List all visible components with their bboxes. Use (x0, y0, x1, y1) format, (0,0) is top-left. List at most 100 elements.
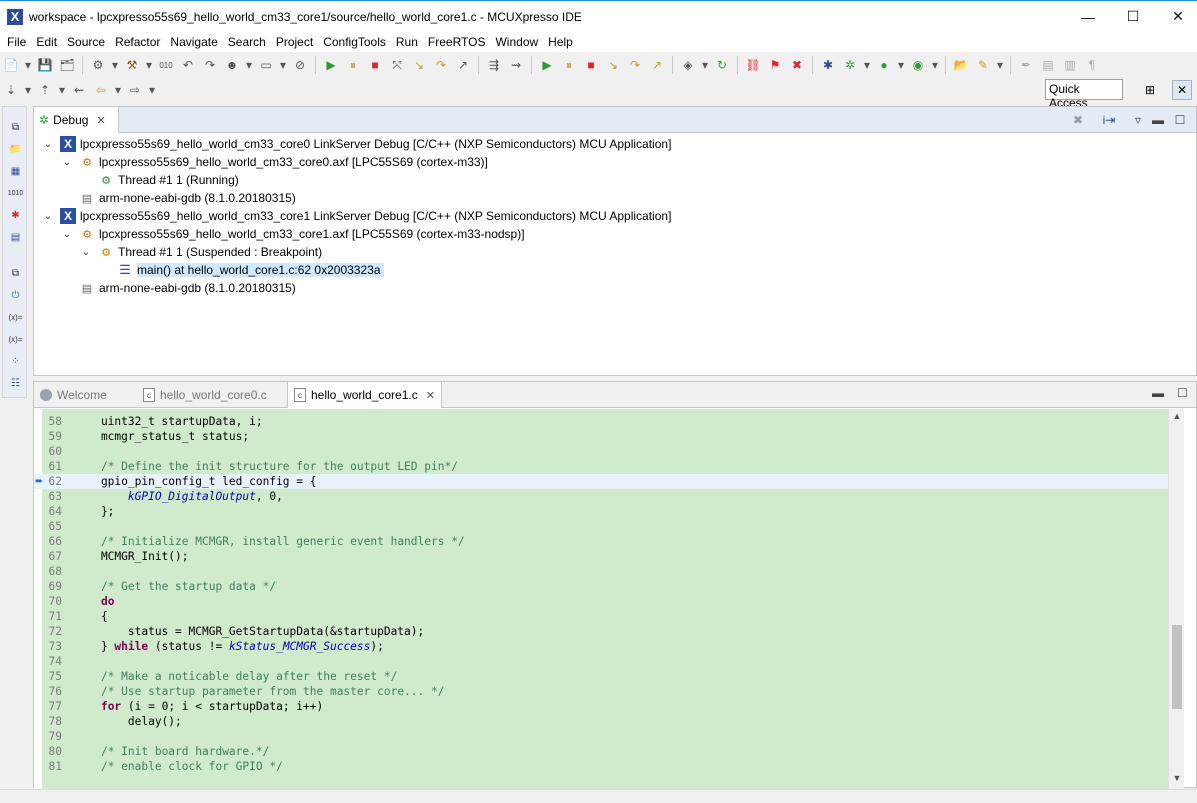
terminate-icon[interactable]: ■ (366, 56, 384, 74)
outline-icon[interactable]: ☷ (7, 375, 24, 392)
open-perspective-icon[interactable]: ⊞ (1140, 80, 1160, 100)
undo-icon[interactable]: ↶ (179, 56, 197, 74)
restart-icon[interactable]: ↻ (713, 56, 731, 74)
code-line[interactable]: 77 for (i = 0; i < startupData; i++) (34, 699, 1168, 714)
code-line[interactable]: 61 /* Define the init structure for the … (34, 459, 1168, 474)
minimize-button[interactable]: — (1065, 1, 1111, 32)
debug-tree-row[interactable]: ⌄ Xlpcxpresso55s69_hello_world_cm33_core0… (42, 135, 671, 153)
code-line[interactable]: 74 (34, 654, 1168, 669)
dropdown-arrow-icon[interactable]: ▾ (111, 56, 119, 74)
resume-all-icon[interactable]: ▶ (538, 56, 556, 74)
step-over-all-icon[interactable]: ↷ (626, 56, 644, 74)
person-icon[interactable]: ☻ (223, 56, 241, 74)
dropdown-arrow-icon[interactable]: ▾ (996, 56, 1004, 74)
expressions-icon[interactable]: (x)= (7, 331, 24, 348)
minimize-view-icon[interactable]: ▬ (1149, 111, 1167, 129)
debug-icon[interactable]: ✲ (841, 56, 859, 74)
menu-project[interactable]: Project (271, 35, 318, 49)
dropdown-arrow-icon[interactable]: ▾ (931, 56, 939, 74)
maximize-editor-icon[interactable]: ☐ (1177, 386, 1188, 400)
scroll-up-icon[interactable]: ▲ (1169, 411, 1185, 425)
binary-icon[interactable]: 010 (157, 56, 175, 74)
expand-chevron-icon[interactable]: ⌄ (80, 247, 92, 258)
breakpoints-icon[interactable]: ⁘ (7, 353, 24, 370)
red-flag-icon[interactable]: ⚑ (766, 56, 784, 74)
expand-chevron-icon[interactable]: ⌄ (42, 211, 54, 222)
build-hammer-icon[interactable]: ⚒ (123, 56, 141, 74)
scroll-thumb[interactable] (1172, 625, 1182, 709)
code-line[interactable]: 75 /* Make a noticable delay after the r… (34, 669, 1168, 684)
tab-welcome[interactable]: Welcome (34, 382, 134, 408)
suspend-icon[interactable]: ⏸ (344, 56, 362, 74)
minimize-editor-icon[interactable]: ▬ (1152, 386, 1164, 400)
expand-chevron-icon[interactable]: ⌄ (61, 157, 73, 168)
code-line[interactable]: ➨ 62 gpio_pin_config_t led_config = { (34, 474, 1168, 489)
variables-icon[interactable]: (x)= (7, 309, 24, 326)
menu-edit[interactable]: Edit (31, 35, 62, 49)
code-line[interactable]: 60 (34, 444, 1168, 459)
doc-icon[interactable]: ▤ (1039, 56, 1057, 74)
debug-tree-row[interactable]: ▤ arm-none-eabi-gdb (8.1.0.20180315) (61, 279, 296, 297)
code-line[interactable]: 67 MCMGR_Init(); (34, 549, 1168, 564)
link-icon[interactable]: ⛓ (744, 56, 762, 74)
code-line[interactable]: 72 status = MCMGR_GetStartupData(&startu… (34, 624, 1168, 639)
dropdown-arrow-icon[interactable]: ▾ (148, 81, 156, 99)
remove-all-terminated-icon[interactable]: ✖ (1069, 111, 1087, 129)
editor-vertical-scrollbar[interactable]: ▲ ▼ (1168, 409, 1184, 789)
dropdown-arrow-icon[interactable]: ▾ (114, 81, 122, 99)
probe-icon[interactable]: ◈ (679, 56, 697, 74)
peripherals-icon[interactable]: ▦ (7, 163, 24, 180)
step-return-all-icon[interactable]: ↗ (648, 56, 666, 74)
save-icon[interactable]: 💾 (36, 56, 54, 74)
registers-icon[interactable]: 1010 (7, 185, 24, 202)
code-line[interactable]: 70 do (34, 594, 1168, 609)
debug-tree-row[interactable]: ⌄ ⚙ lpcxpresso55s69_hello_world_cm33_core0… (61, 153, 488, 171)
step-into-all-icon[interactable]: ↘ (604, 56, 622, 74)
quick-access-field[interactable]: Quick Access (1045, 79, 1123, 110)
restore-icon[interactable]: ⧉ (7, 119, 24, 136)
debug-tree-row[interactable]: ☰ main() at hello_world_core1.c:62 0x2003… (99, 261, 384, 279)
tab-debug[interactable]: ✲ Debug ✕ (34, 107, 119, 133)
dropdown-arrow-icon[interactable]: ▾ (701, 56, 709, 74)
code-line[interactable]: 80 /* Init board hardware.*/ (34, 744, 1168, 759)
instruction-step-mode-icon[interactable]: i⇥ (1098, 111, 1120, 129)
redo-icon[interactable]: ↷ (201, 56, 219, 74)
close-icon[interactable]: ✕ (96, 114, 105, 127)
restore-icon[interactable]: ⧉ (7, 265, 24, 282)
expand-chevron-icon[interactable]: ⌄ (61, 229, 73, 240)
back-arrow-icon[interactable]: ⇦ (92, 81, 110, 99)
menu-refactor[interactable]: Refactor (110, 35, 165, 49)
maximize-button[interactable]: ☐ (1110, 1, 1156, 32)
code-line[interactable]: 81 /* enable clock for GPIO */ (34, 759, 1168, 774)
project-explorer-icon[interactable]: 📁 (7, 141, 24, 158)
dropdown-arrow-icon[interactable]: ▾ (58, 81, 66, 99)
dropdown-arrow-icon[interactable]: ▾ (897, 56, 905, 74)
menu-search[interactable]: Search (223, 35, 271, 49)
instruction-stepping-icon[interactable]: ⇶ (485, 56, 503, 74)
terminate-all-icon[interactable]: ■ (582, 56, 600, 74)
code-line[interactable]: 59 mcmgr_status_t status; (34, 429, 1168, 444)
forward-arrow-icon[interactable]: ⇨ (126, 81, 144, 99)
menu-run[interactable]: Run (391, 35, 423, 49)
next-annotation-icon[interactable]: ⇣ (2, 81, 20, 99)
code-line[interactable]: 68 (34, 564, 1168, 579)
resume-icon[interactable]: ▶ (322, 56, 340, 74)
step-return-icon[interactable]: ↗ (454, 56, 472, 74)
run-icon[interactable]: ● (875, 56, 893, 74)
dropdown-arrow-icon[interactable]: ▾ (245, 56, 253, 74)
code-line[interactable]: 78 delay(); (34, 714, 1168, 729)
remove-breakpoint-icon[interactable]: ✖ (788, 56, 806, 74)
tab-hello-world-core1-c[interactable]: c hello_world_core1.c ✕ (287, 382, 442, 408)
debug-perspective-icon[interactable]: ✕ (1172, 80, 1192, 100)
dropdown-arrow-icon[interactable]: ▾ (24, 81, 32, 99)
use-step-filters-icon[interactable]: ⇝ (507, 56, 525, 74)
bug-icon[interactable]: ✱ (819, 56, 837, 74)
disconnect-icon[interactable]: ⤧ (388, 56, 406, 74)
menu-file[interactable]: File (2, 35, 31, 49)
menu-navigate[interactable]: Navigate (165, 35, 222, 49)
step-into-icon[interactable]: ↘ (410, 56, 428, 74)
maximize-view-icon[interactable]: ☐ (1171, 111, 1189, 129)
dropdown-arrow-icon[interactable]: ▾ (24, 56, 32, 74)
bug-icon[interactable]: ✱ (7, 207, 24, 224)
code-line[interactable]: 58 uint32_t startupData, i; (34, 414, 1168, 429)
